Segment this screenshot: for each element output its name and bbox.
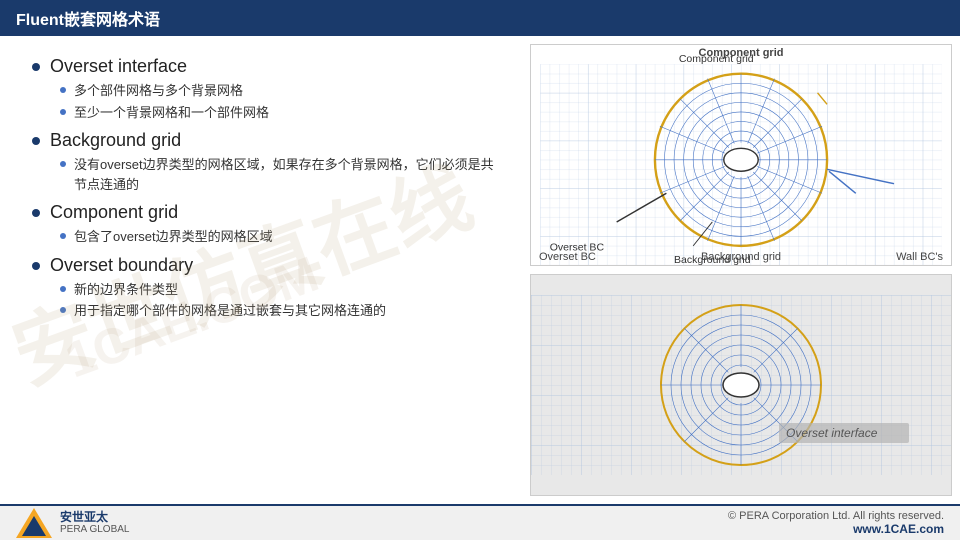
bullet-dot-3 <box>32 209 40 217</box>
header-title: Fluent嵌套网格术语 <box>16 6 160 30</box>
sub-bullet-dot-4-1 <box>60 286 66 292</box>
sub-bullet-dot-1-1 <box>60 87 66 93</box>
bullet-section-3: Component grid 包含了overset边界类型的网格区域 <box>32 202 506 247</box>
sub-bullet-1-2: 至少一个背景网格和一个部件网格 <box>60 103 506 123</box>
sub-bullet-2-1: 没有overset边界类型的网格区域，如果存在多个背景网格，它们必须是共节点连通… <box>60 155 506 194</box>
bullet-main-4: Overset boundary <box>32 255 506 276</box>
bullet-section-4: Overset boundary 新的边界条件类型 用于指定哪个部件的网格是通过… <box>32 255 506 321</box>
top-diagram: Component grid Wall BC's Overset BC Back… <box>530 44 952 266</box>
sub-bullet-text-3-1: 包含了overset边界类型的网格区域 <box>74 227 273 247</box>
bullet-main-2: Background grid <box>32 130 506 151</box>
sub-bullet-dot-4-2 <box>60 307 66 313</box>
bullet-main-text-4: Overset boundary <box>50 255 193 276</box>
main-content: 安世仿真在线 1CAE.COM Overset interface 多个部件网格… <box>0 36 960 504</box>
overset-interface-label-svg: Overset interface <box>786 426 878 440</box>
bullet-main-1: Overset interface <box>32 56 506 77</box>
bullet-main-text-1: Overset interface <box>50 56 187 77</box>
bullet-main-3: Component grid <box>32 202 506 223</box>
bullet-dot-4 <box>32 262 40 270</box>
bullet-dot-2 <box>32 137 40 145</box>
label-wall-bcs: Wall BC's <box>896 251 943 263</box>
bullet-dot-1 <box>32 63 40 71</box>
sub-bullet-dot-1-2 <box>60 109 66 115</box>
bullet-section-2: Background grid 没有overset边界类型的网格区域，如果存在多… <box>32 130 506 194</box>
right-panel: Component grid Wall BC's Overset BC Back… <box>530 36 960 504</box>
label-component-grid: Component grid <box>699 47 784 59</box>
footer: 安世亚太 PERA GLOBAL © PERA Corporation Ltd.… <box>0 504 960 540</box>
sub-bullets-4: 新的边界条件类型 用于指定哪个部件的网格是通过嵌套与其它网格连通的 <box>60 280 506 321</box>
logo-text: 安世亚太 PERA GLOBAL <box>60 510 129 536</box>
bullet-main-text-3: Component grid <box>50 202 178 223</box>
left-panel: Overset interface 多个部件网格与多个背景网格 至少一个背景网格… <box>0 36 530 504</box>
bullet-main-text-2: Background grid <box>50 130 181 151</box>
sub-bullets-2: 没有overset边界类型的网格区域，如果存在多个背景网格，它们必须是共节点连通… <box>60 155 506 194</box>
sub-bullet-text-4-1: 新的边界条件类型 <box>74 280 178 300</box>
label-overset-bc: Overset BC <box>539 251 596 263</box>
footer-right: © PERA Corporation Ltd. All rights reser… <box>728 510 944 536</box>
sub-bullet-text-1-1: 多个部件网格与多个背景网格 <box>74 81 243 101</box>
sub-bullet-dot-2-1 <box>60 161 66 167</box>
sub-bullets-3: 包含了overset边界类型的网格区域 <box>60 227 506 247</box>
sub-bullet-3-1: 包含了overset边界类型的网格区域 <box>60 227 506 247</box>
sub-bullet-1-1: 多个部件网格与多个背景网格 <box>60 81 506 101</box>
logo-icon <box>16 508 52 538</box>
bottom-diagram: Overset interface <box>530 274 952 496</box>
label-background-grid: Background grid <box>701 251 781 263</box>
sub-bullet-text-1-2: 至少一个背景网格和一个部件网格 <box>74 103 269 123</box>
bottom-diagram-svg: Overset interface <box>531 275 951 495</box>
sub-bullet-4-2: 用于指定哪个部件的网格是通过嵌套与其它网格连通的 <box>60 301 506 321</box>
top-diagram-svg: Component grid Wall BC's Overset BC Back… <box>531 45 951 265</box>
footer-logo: 安世亚太 PERA GLOBAL <box>16 508 129 538</box>
sub-bullet-text-4-2: 用于指定哪个部件的网格是通过嵌套与其它网格连通的 <box>74 301 386 321</box>
bullet-section-1: Overset interface 多个部件网格与多个背景网格 至少一个背景网格… <box>32 56 506 122</box>
sub-bullet-dot-3-1 <box>60 233 66 239</box>
sub-bullets-1: 多个部件网格与多个背景网格 至少一个背景网格和一个部件网格 <box>60 81 506 122</box>
sub-bullet-4-1: 新的边界条件类型 <box>60 280 506 300</box>
sub-bullet-text-2-1: 没有overset边界类型的网格区域，如果存在多个背景网格，它们必须是共节点连通… <box>74 155 506 194</box>
header: Fluent嵌套网格术语 <box>0 0 960 36</box>
